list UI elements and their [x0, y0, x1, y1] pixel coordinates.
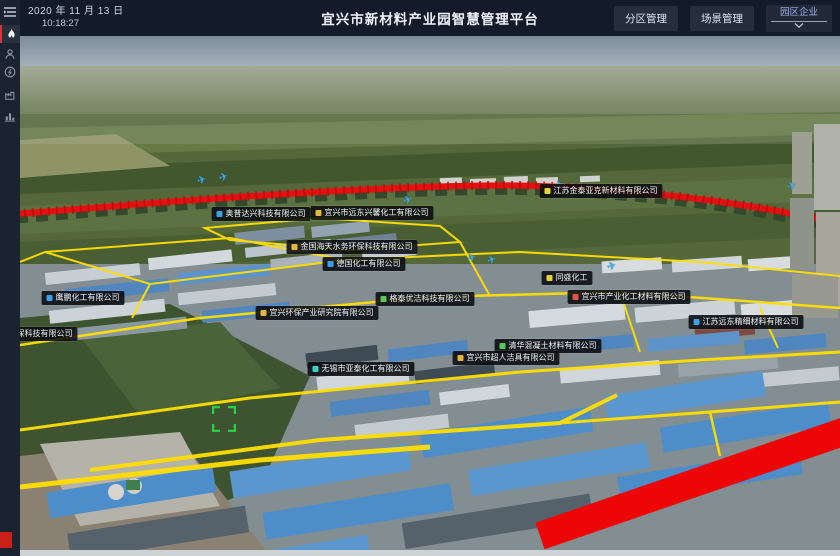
company-name: 宜兴市远东兴馨化工有限公司	[325, 209, 429, 217]
zone-management-button[interactable]: 分区管理	[614, 6, 678, 31]
user-icon	[4, 48, 16, 60]
park-enterprise-dropdown[interactable]: 园区企业	[766, 5, 832, 32]
factory-icon	[4, 89, 16, 101]
company-label[interactable]: 宜兴市远东兴馨化工有限公司	[311, 206, 434, 220]
datetime: 2020 年 11 月 13 日 10:18:27	[20, 6, 124, 30]
company-name: 江苏金泰亚克新材料有限公司	[554, 187, 658, 195]
company-label[interactable]: 宜兴环保产业研究院有限公司	[256, 306, 379, 320]
company-label[interactable]: 江苏远东精细材料有限公司	[689, 315, 804, 329]
chevron-down-icon	[794, 23, 804, 28]
selection-reticle	[212, 406, 236, 432]
sidebar	[0, 0, 20, 556]
company-name: 无锡市亚泰化工有限公司	[322, 365, 410, 373]
bar-chart-icon	[4, 110, 16, 122]
company-marker-icon	[261, 310, 267, 316]
company-label[interactable]: 振国环保科技有限公司	[20, 327, 78, 341]
company-name: 振国环保科技有限公司	[20, 330, 73, 338]
company-label[interactable]: 同盛化工	[542, 271, 593, 285]
company-label[interactable]: 金国海天水务环保科技有限公司	[287, 240, 418, 254]
dropdown-label: 园区企业	[780, 8, 818, 18]
energy-icon	[4, 66, 16, 78]
company-marker-icon	[545, 188, 551, 194]
company-label[interactable]: 无锡市亚泰化工有限公司	[308, 362, 415, 376]
company-marker-icon	[500, 343, 506, 349]
company-name: 德国化工有限公司	[337, 260, 401, 268]
company-marker-icon	[573, 294, 579, 300]
company-name: 宜兴环保产业研究院有限公司	[270, 309, 374, 317]
current-time: 10:18:27	[28, 18, 124, 30]
scene-management-button[interactable]: 场景管理	[690, 6, 754, 31]
company-marker-icon	[328, 261, 334, 267]
company-name: 鹰鹏化工有限公司	[56, 294, 120, 302]
flame-icon	[6, 28, 17, 41]
company-marker-icon	[381, 296, 387, 302]
company-label[interactable]: 德国化工有限公司	[323, 257, 406, 271]
map-viewport[interactable]: 奥普达兴科技有限公司 宜兴市远东兴馨化工有限公司金国海天水务环保科技有限公司德国化…	[20, 36, 840, 556]
sidebar-item-statistics[interactable]	[0, 107, 20, 125]
current-date: 2020 年 11 月 13 日	[28, 6, 124, 19]
sidebar-item-personnel[interactable]	[0, 45, 20, 63]
company-label[interactable]: 宜兴市超人洁具有限公司	[453, 351, 560, 365]
company-label[interactable]: 江苏金泰亚克新材料有限公司	[540, 184, 663, 198]
company-name: 同盛化工	[556, 274, 588, 282]
company-marker-icon	[458, 355, 464, 361]
company-label[interactable]: 格泰优洁科技有限公司	[376, 292, 475, 306]
company-marker-icon	[694, 319, 700, 325]
dropdown-divider	[771, 21, 827, 22]
company-marker-icon	[547, 275, 553, 281]
company-name: 清华混凝土材料有限公司	[509, 342, 597, 350]
alert-indicator	[0, 532, 12, 548]
header-actions: 分区管理 场景管理 园区企业	[614, 5, 840, 32]
company-label[interactable]: 宜兴市产业化工材料有限公司	[568, 290, 691, 304]
company-marker-icon	[316, 210, 322, 216]
sidebar-item-enterprises[interactable]	[0, 86, 20, 104]
hamburger-icon	[4, 7, 16, 17]
company-marker-icon	[313, 366, 319, 372]
company-marker-icon	[292, 244, 298, 250]
company-marker-icon	[217, 211, 223, 217]
company-name: 宜兴市超人洁具有限公司	[467, 354, 555, 362]
company-marker-icon	[47, 295, 53, 301]
company-label[interactable]: 奥普达兴科技有限公司	[212, 207, 311, 221]
menu-toggle-button[interactable]	[0, 3, 20, 21]
app-window: 2020 年 11 月 13 日 10:18:27 宜兴市新材料产业园智慧管理平…	[0, 0, 840, 556]
top-bar: 2020 年 11 月 13 日 10:18:27 宜兴市新材料产业园智慧管理平…	[20, 0, 840, 36]
company-name: 宜兴市产业化工材料有限公司	[582, 293, 686, 301]
company-name: 格泰优洁科技有限公司	[390, 295, 470, 303]
sidebar-item-energy[interactable]	[0, 63, 20, 81]
company-name: 奥普达兴科技有限公司	[226, 210, 306, 218]
company-name: 江苏远东精细材料有限公司	[703, 318, 799, 326]
company-label[interactable]: 鹰鹏化工有限公司	[42, 291, 125, 305]
sidebar-item-fire-monitor[interactable]	[0, 25, 20, 43]
company-name: 金国海天水务环保科技有限公司	[301, 243, 413, 251]
